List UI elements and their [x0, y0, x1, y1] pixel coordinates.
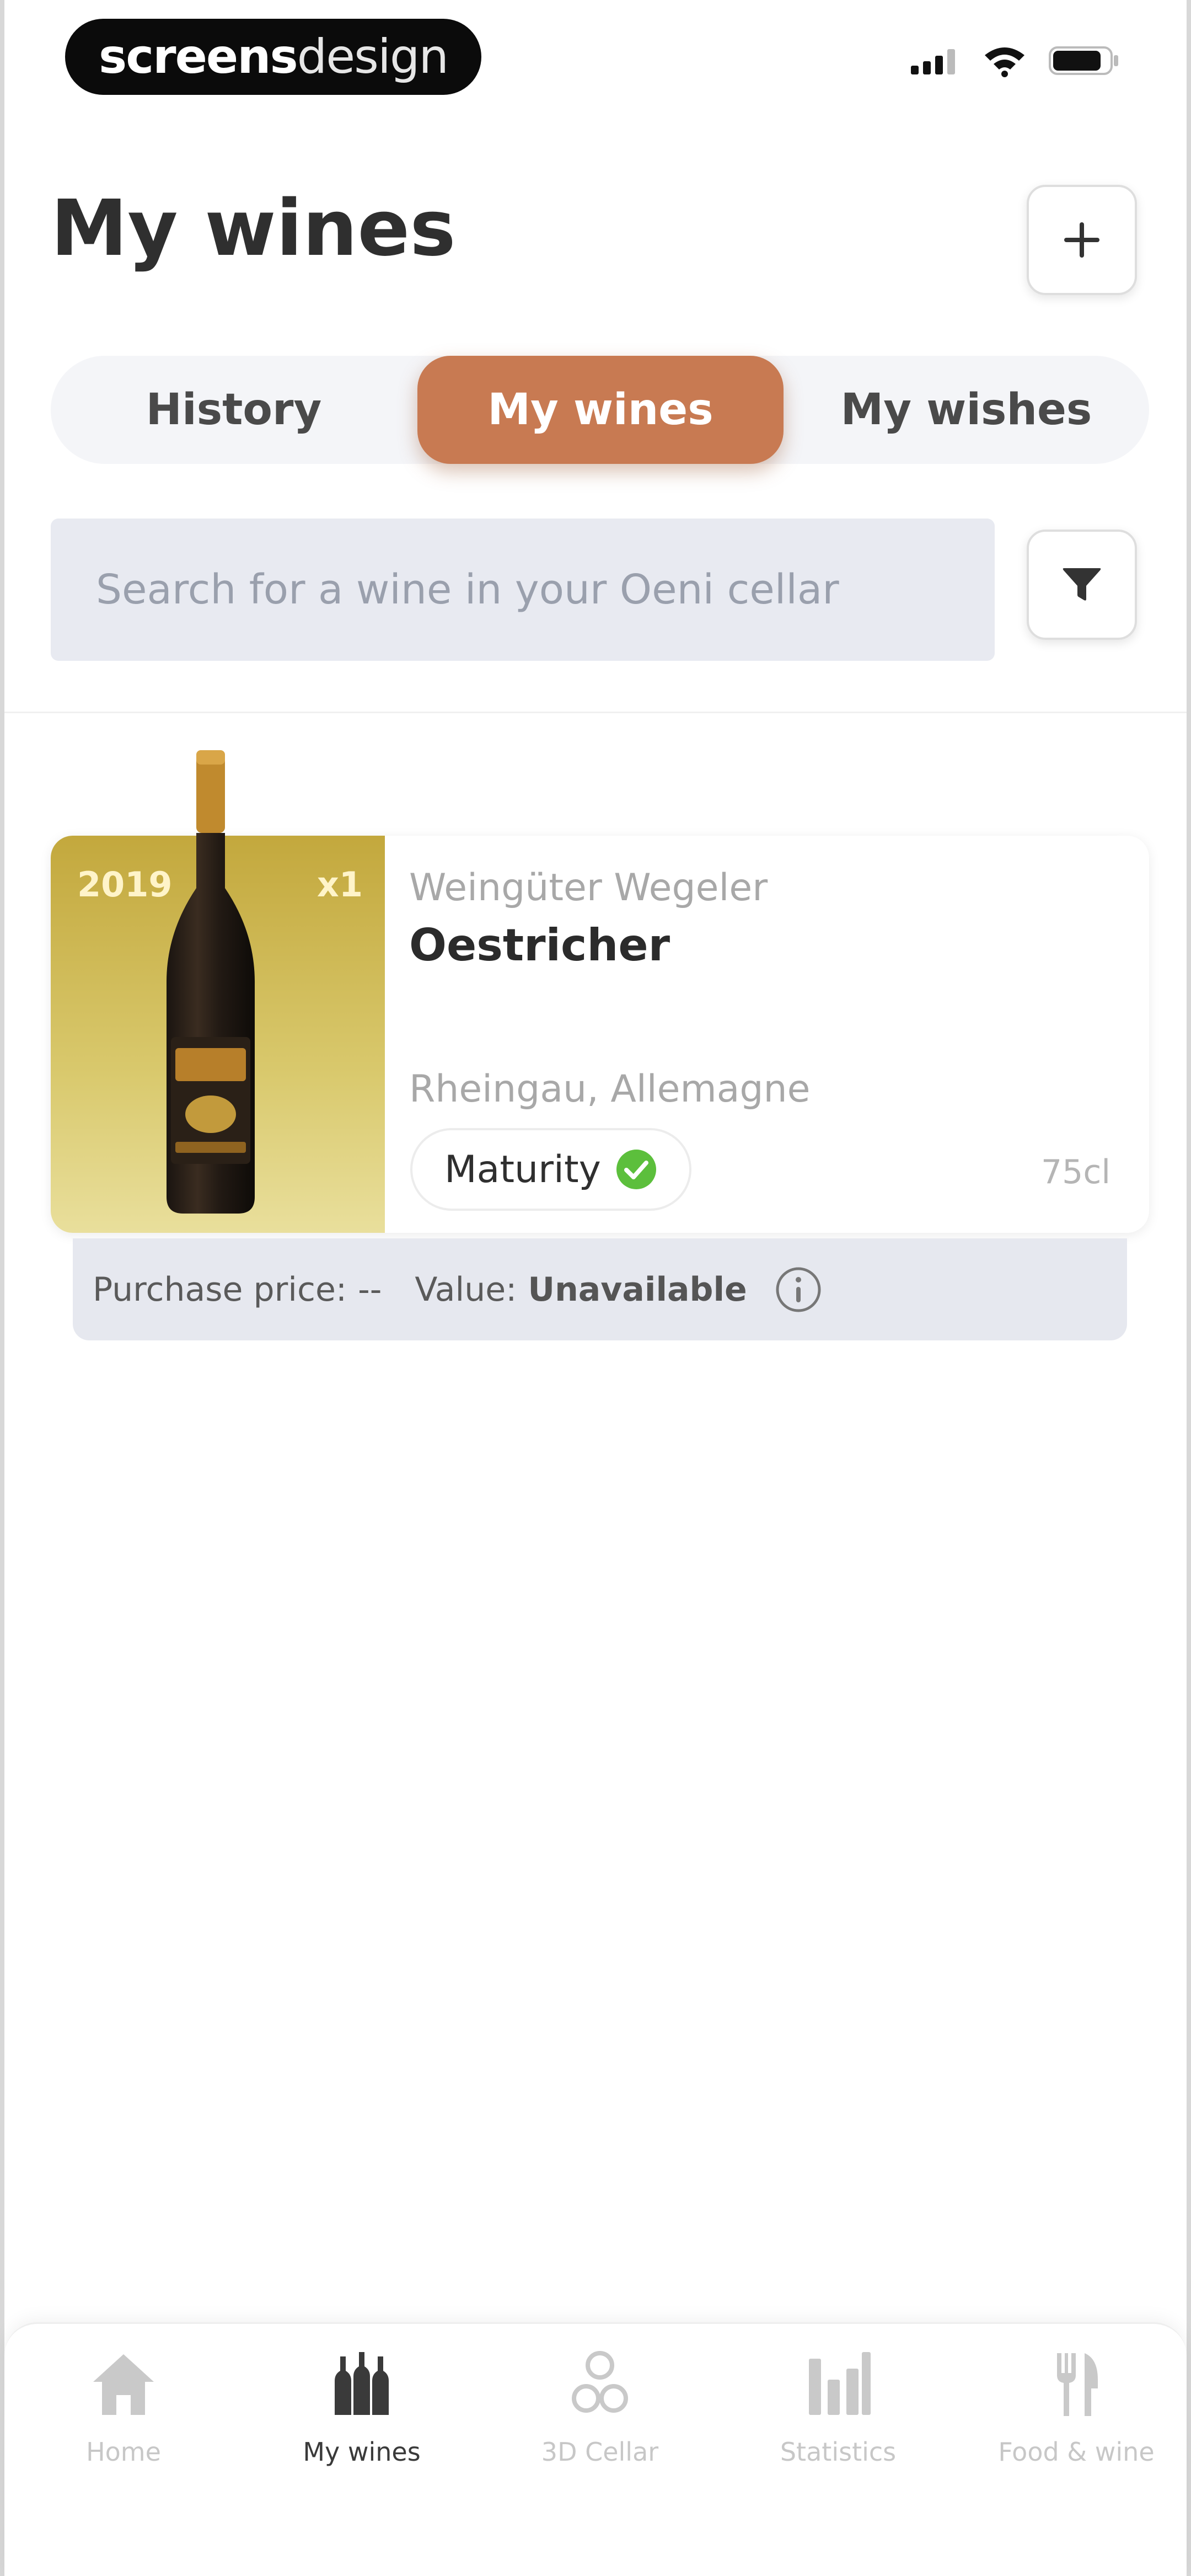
- filter-icon: [1063, 568, 1101, 601]
- bar-chart-icon: [809, 2352, 871, 2415]
- cellar-icon: [572, 2351, 628, 2413]
- purchase-price-label: Purchase price:: [93, 1270, 347, 1309]
- fork-knife-icon: [1057, 2353, 1098, 2416]
- wine-name: Oestricher: [409, 920, 670, 971]
- nav-item-3d-cellar[interactable]: 3D Cellar: [481, 2349, 719, 2467]
- nav-label-statistics: Statistics: [780, 2437, 897, 2467]
- logo-text-design: design: [297, 29, 449, 84]
- logo-text-screens: screens: [99, 29, 298, 84]
- signal-icon: [911, 49, 955, 74]
- nav-item-food-wine[interactable]: Food & wine: [957, 2349, 1191, 2467]
- value-label: Value:: [415, 1270, 517, 1309]
- purchase-price-value: --: [358, 1270, 382, 1309]
- add-wine-button[interactable]: [1027, 185, 1137, 295]
- segmented-tabs: History My wines My wishes: [51, 356, 1149, 464]
- screen: screensdesign My wines History My wines: [0, 0, 1191, 2576]
- nav-label-food-wine: Food & wine: [998, 2437, 1155, 2467]
- wine-card[interactable]: 2019 x1 Weingüter Wegeler Oestricher Rhe…: [51, 750, 1149, 1233]
- tab-my-wines[interactable]: My wines: [417, 356, 784, 464]
- nav-item-home[interactable]: Home: [4, 2349, 243, 2467]
- wine-producer: Weingüter Wegeler: [409, 866, 768, 910]
- info-icon[interactable]: [775, 1266, 822, 1313]
- nav-label-my-wines: My wines: [303, 2437, 421, 2467]
- wine-region: Rheingau, Allemagne: [409, 1067, 811, 1111]
- nav-item-my-wines[interactable]: My wines: [243, 2349, 481, 2467]
- page-title: My wines: [51, 184, 456, 274]
- wine-bottle-image: [167, 750, 255, 1214]
- battery-icon: [1049, 46, 1118, 75]
- filter-button[interactable]: [1027, 530, 1137, 640]
- plus-icon: [1064, 222, 1099, 258]
- screensdesign-logo: screens design: [65, 19, 481, 95]
- check-circle-icon: [616, 1150, 656, 1189]
- maturity-badge: Maturity: [410, 1128, 691, 1211]
- tab-my-wishes[interactable]: My wishes: [784, 356, 1149, 464]
- search-input[interactable]: Search for a wine in your Oeni cellar: [51, 519, 995, 661]
- nav-label-3d-cellar: 3D Cellar: [541, 2437, 659, 2467]
- wifi-icon: [985, 47, 1024, 77]
- status-bar-icons: [911, 44, 1120, 77]
- divider: [4, 712, 1187, 713]
- nav-label-home: Home: [86, 2437, 161, 2467]
- bottom-navigation: Home My wines 3D Cellar Statistics Food …: [4, 2322, 1187, 2576]
- value-value: Unavailable: [528, 1270, 747, 1309]
- tab-history[interactable]: History: [51, 356, 417, 464]
- price-info-bar: Purchase price: -- Value: Unavailable: [73, 1238, 1127, 1340]
- quantity-label: x1: [316, 864, 363, 905]
- wine-image-panel: 2019 x1: [51, 750, 385, 1233]
- nav-item-statistics[interactable]: Statistics: [719, 2349, 957, 2467]
- bottles-icon: [335, 2352, 389, 2415]
- maturity-label: Maturity: [444, 1147, 601, 1191]
- home-icon: [93, 2354, 154, 2415]
- bottle-volume: 75cl: [1040, 1153, 1110, 1191]
